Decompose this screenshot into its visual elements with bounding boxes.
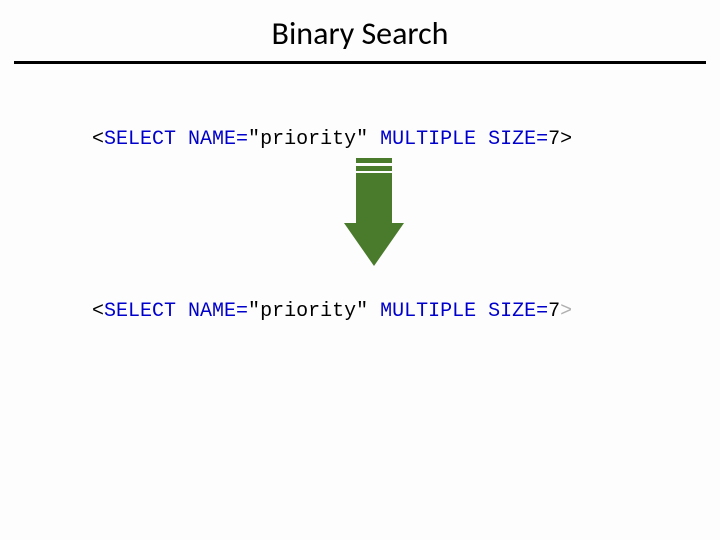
quote: " [356, 300, 368, 323]
space [368, 128, 380, 151]
quote: " [356, 128, 368, 151]
attr-name-value: priority [260, 300, 356, 323]
angle-close: > [560, 300, 572, 323]
attr-multiple: MULTIPLE [380, 300, 488, 323]
angle-close: > [560, 128, 572, 151]
tag-select: SELECT [104, 128, 188, 151]
tag-select: SELECT [104, 300, 188, 323]
attr-size-value: 7 [548, 300, 560, 323]
angle-open: < [92, 300, 104, 323]
attr-size-key: SIZE= [488, 128, 548, 151]
code-line-top: <SELECT NAME="priority" MULTIPLE SIZE=7> [92, 128, 572, 151]
attr-multiple: MULTIPLE [380, 128, 488, 151]
space [368, 300, 380, 323]
attr-size-value: 7 [548, 128, 560, 151]
down-arrow-icon [344, 158, 404, 273]
code-line-bottom: <SELECT NAME="priority" MULTIPLE SIZE=7> [92, 300, 572, 323]
quote: " [248, 128, 260, 151]
quote: " [248, 300, 260, 323]
attr-name-value: priority [260, 128, 356, 151]
angle-open: < [92, 128, 104, 151]
attr-size-key: SIZE= [488, 300, 548, 323]
page-title: Binary Search [0, 0, 720, 53]
title-divider [14, 61, 706, 64]
attr-name-key: NAME= [188, 300, 248, 323]
attr-name-key: NAME= [188, 128, 248, 151]
